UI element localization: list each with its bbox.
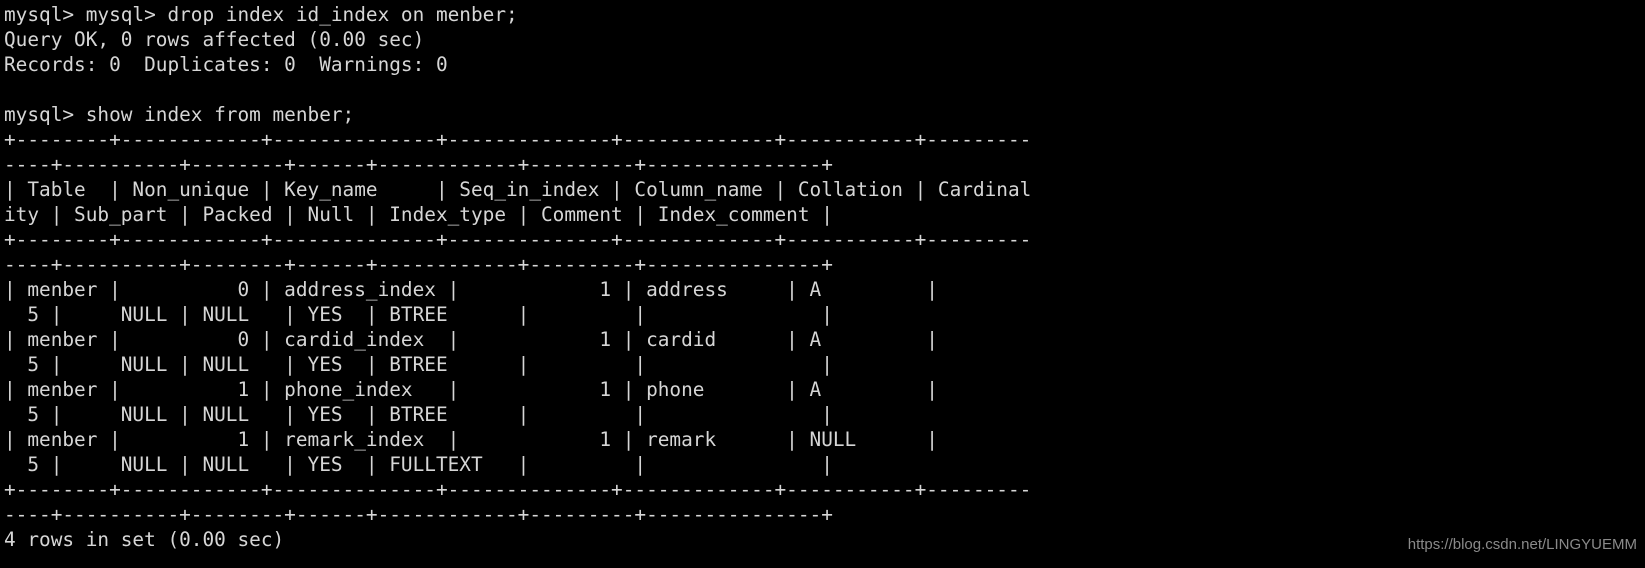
terminal-console-output[interactable]: mysql> mysql> drop index id_index on men…: [0, 0, 1645, 552]
watermark-url: https://blog.csdn.net/LINGYUEMM: [1407, 536, 1637, 553]
terminal-window[interactable]: mysql> mysql> drop index id_index on men…: [0, 0, 1645, 568]
